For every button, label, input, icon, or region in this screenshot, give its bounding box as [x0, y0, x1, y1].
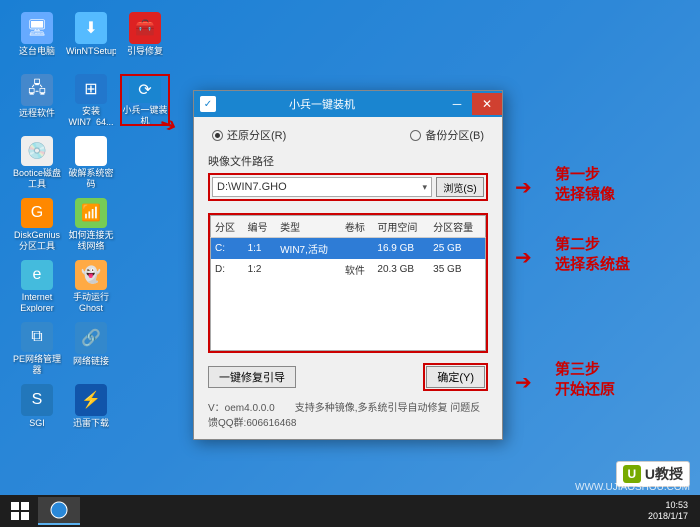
close-button[interactable]: ✕ — [472, 93, 502, 115]
sgi-icon: S — [21, 384, 53, 416]
icon-label: 网络链接 — [73, 356, 109, 367]
ghost-icon: 👻 — [75, 260, 107, 290]
radio-icon — [212, 130, 223, 141]
thunder-icon: ⚡ — [75, 384, 107, 416]
taskbar-item-installer[interactable] — [38, 497, 80, 525]
table-row[interactable]: C: 1:1 WIN7,活动 16.9 GB 25 GB — [211, 238, 486, 260]
icon-label: SGI — [29, 418, 45, 429]
desktop-icon-ghost[interactable]: 👻手动运行Ghost — [66, 260, 116, 312]
icon-label: PE网络管理器 — [12, 354, 62, 374]
desktop-icon-remote[interactable]: 🖧 远程软件 — [12, 74, 62, 126]
arrow-icon: ➔ — [515, 370, 532, 395]
icon-label: 这台电脑 — [19, 46, 55, 57]
browse-button[interactable]: 浏览(S) — [436, 177, 484, 197]
repair-icon: 🧰 — [129, 12, 161, 44]
desktop-icon-diskgenius[interactable]: GDiskGenius分区工具 — [12, 198, 62, 250]
netlink-icon: 🔗 — [75, 322, 107, 354]
path-row: D:\WIN7.GHO ▾ 浏览(S) — [208, 173, 488, 201]
icon-label: Internet Explorer — [12, 292, 62, 312]
backup-radio[interactable]: 备份分区(B) — [410, 127, 484, 143]
icon-label: DiskGenius分区工具 — [12, 230, 62, 250]
win7-icon: ⊞ — [75, 74, 107, 104]
minimize-button[interactable]: ─ — [442, 93, 472, 115]
icon-label: 远程软件 — [19, 108, 55, 119]
diskgenius-icon: G — [21, 198, 53, 228]
arrow-icon: ➔ — [515, 245, 532, 270]
desktop-icon-thunder[interactable]: ⚡ 迅雷下载 — [66, 384, 116, 436]
partition-table[interactable]: 分区 编号 类型 卷标 可用空间 分区容量 C: 1:1 WIN7,活动 16.… — [210, 215, 486, 351]
desktop-icon-ie[interactable]: eInternet Explorer — [12, 260, 62, 312]
icon-label: 如何连接无线网络 — [66, 230, 116, 250]
desktop-icon-setup[interactable]: ⬇ WinNTSetup — [66, 12, 116, 64]
icon-label: 引导修复 — [127, 46, 163, 57]
ok-button[interactable]: 确定(Y) — [426, 366, 485, 388]
system-tray[interactable]: 10:53 2018/1/17 — [648, 500, 696, 522]
netmgr-icon: ⧉ — [21, 322, 53, 352]
icon-label: Bootice磁盘工具 — [12, 168, 62, 188]
restore-radio[interactable]: 还原分区(R) — [212, 127, 286, 143]
table-row[interactable]: D: 1:2 软件 20.3 GB 35 GB — [211, 259, 486, 280]
annotation-step1: 第一步 选择镜像 — [555, 165, 615, 205]
arrow-icon: ➔ — [515, 175, 532, 200]
wifi-icon: 📶 — [75, 198, 107, 228]
titlebar[interactable]: ✓ 小兵一键装机 ─ ✕ — [194, 91, 502, 117]
installer-icon: ⟳ — [129, 76, 161, 103]
icon-label: WinNTSetup — [66, 46, 116, 57]
ie-icon: e — [21, 260, 53, 290]
app-icon: ✓ — [200, 96, 216, 112]
table-header-row: 分区 编号 类型 卷标 可用空间 分区容量 — [211, 216, 486, 238]
desktop-icon-win7[interactable]: ⊞安装WIN7_64... — [66, 74, 116, 126]
taskbar: 10:53 2018/1/17 — [0, 495, 700, 527]
radio-icon — [410, 130, 421, 141]
repair-boot-button[interactable]: 一键修复引导 — [208, 366, 296, 388]
dropdown-icon[interactable]: ▾ — [422, 182, 427, 193]
icon-label: 迅雷下载 — [73, 418, 109, 429]
watermark-url: WWW.UJIAOSHOU.COM — [575, 482, 690, 493]
desktop-icon-sgi[interactable]: S SGI — [12, 384, 62, 436]
ntpw-icon: NT — [75, 136, 107, 166]
annotation-step2: 第二步 选择系统盘 — [555, 235, 630, 275]
installer-dialog: ✓ 小兵一键装机 ─ ✕ 还原分区(R) 备份分区(B) 映像文件路径 D:\W… — [193, 90, 503, 440]
desktop-icon-pc[interactable]: 🖥 这台电脑 — [12, 12, 62, 64]
desktop-icon-wifi[interactable]: 📶如何连接无线网络 — [66, 198, 116, 250]
bootice-icon: 💿 — [21, 136, 53, 166]
desktop-icon-repair[interactable]: 🧰 引导修复 — [120, 12, 170, 64]
dialog-title: 小兵一键装机 — [222, 96, 422, 112]
dialog-footer: V：oem4.0.0.0 支持多种镜像,多系统引导自动修复 问题反馈QQ群:60… — [208, 397, 488, 431]
setup-icon: ⬇ — [75, 12, 107, 44]
mode-radio-group: 还原分区(R) 备份分区(B) — [208, 127, 488, 143]
pc-icon: 🖥 — [21, 12, 53, 44]
icon-label: 安装WIN7_64... — [66, 106, 116, 126]
annotation-step3: 第三步 开始还原 — [555, 360, 615, 400]
icon-label: 手动运行Ghost — [66, 292, 116, 312]
start-button[interactable] — [4, 497, 36, 525]
remote-icon: 🖧 — [21, 74, 53, 106]
image-path-input[interactable]: D:\WIN7.GHO ▾ — [212, 177, 432, 197]
partition-panel: 分区 编号 类型 卷标 可用空间 分区容量 C: 1:1 WIN7,活动 16.… — [208, 213, 488, 353]
desktop-icon-ntpw[interactable]: NT破解系统密码 — [66, 136, 116, 188]
icon-label: 破解系统密码 — [66, 168, 116, 188]
desktop-icon-netlink[interactable]: 🔗 网络链接 — [66, 322, 116, 374]
path-label: 映像文件路径 — [208, 153, 488, 169]
desktop-icon-netmgr[interactable]: ⧉PE网络管理器 — [12, 322, 62, 374]
desktop-icon-bootice[interactable]: 💿Bootice磁盘工具 — [12, 136, 62, 188]
